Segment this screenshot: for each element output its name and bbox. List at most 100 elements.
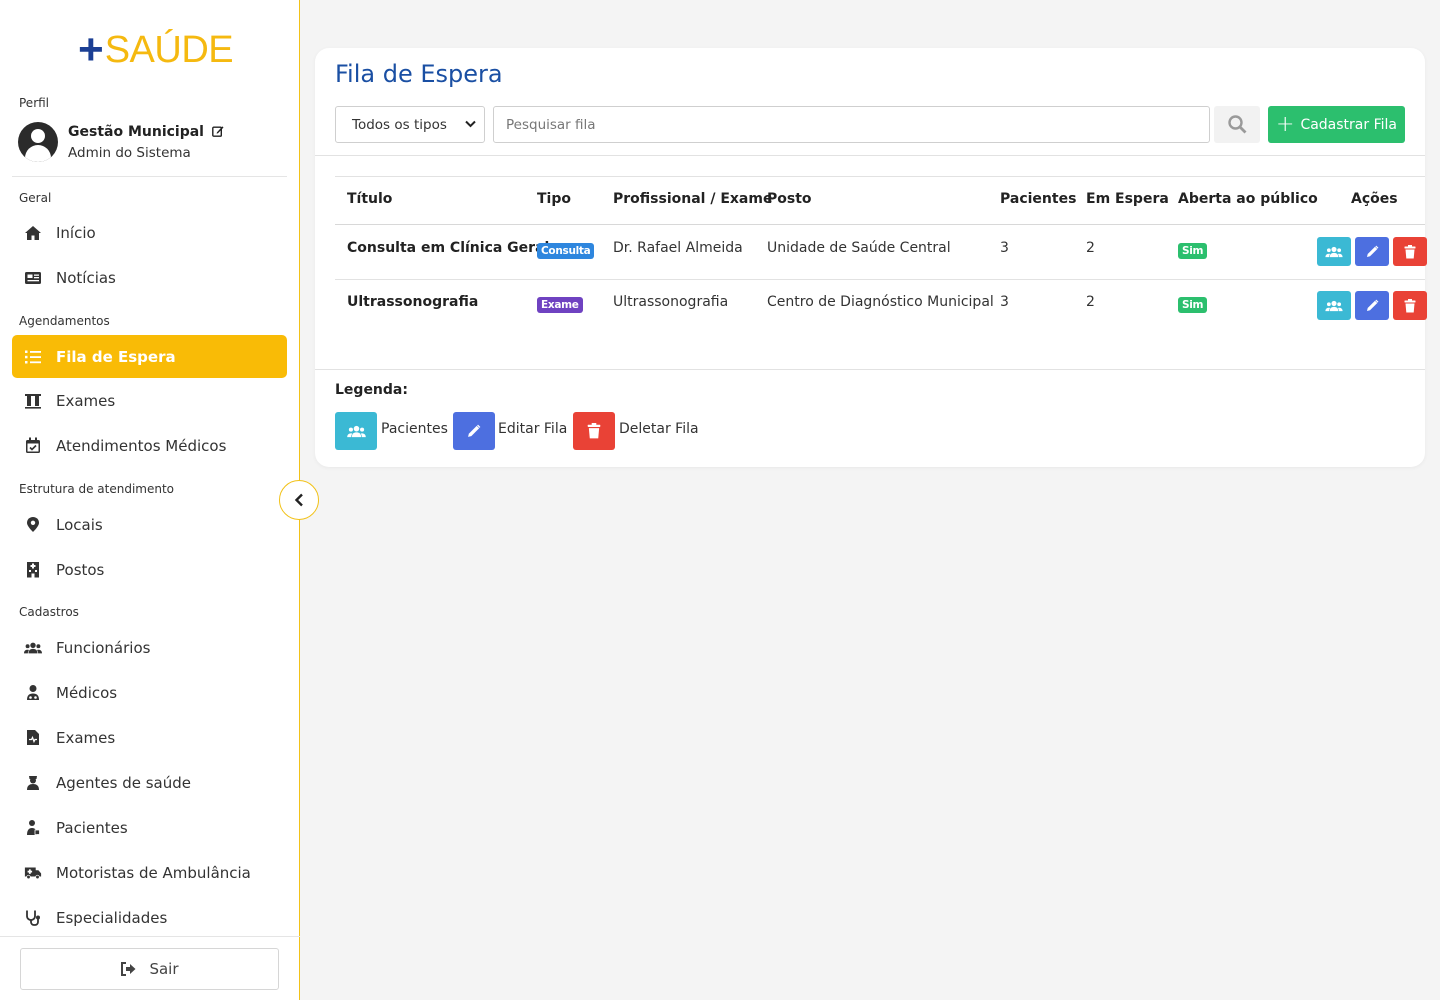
sidebar-item-label: Locais [56, 515, 103, 534]
sidebar-item-exames-cadastro[interactable]: Exames [12, 716, 287, 759]
col-header-aberta: Aberta ao público [1178, 191, 1318, 207]
edit-queue-button[interactable] [1355, 237, 1389, 266]
profile[interactable]: Gestão Municipal Admin do Sistema [18, 122, 288, 164]
sidebar-item-label: Exames [56, 728, 116, 747]
trash-icon [1404, 298, 1416, 312]
trash-icon [1404, 244, 1416, 258]
newspaper-icon [24, 269, 42, 287]
section-label-geral: Geral [19, 191, 52, 205]
hospital-icon [24, 561, 42, 579]
edit-profile-icon[interactable] [211, 125, 224, 137]
edit-queue-button[interactable] [1355, 291, 1389, 320]
sidebar-item-label: Início [56, 223, 96, 242]
col-header-profissional: Profissional / Exame [613, 191, 773, 207]
cell-titulo: Ultrassonografia [347, 294, 479, 310]
search-button[interactable] [1214, 106, 1260, 143]
patients-button[interactable] [1317, 291, 1351, 320]
section-label-cadastros: Cadastros [19, 605, 79, 619]
type-filter-select[interactable]: Todos os tipos [335, 106, 485, 143]
file-medical-icon [24, 729, 42, 747]
sidebar-item-postos[interactable]: Postos [12, 548, 287, 591]
sidebar: + SAÚDE Perfil Gestão Municipal Admin do… [0, 0, 300, 1000]
public-badge: Sim [1178, 243, 1208, 259]
sidebar-item-especialidades[interactable]: Especialidades [12, 896, 287, 939]
legend-label-editar: Editar Fila [498, 421, 568, 437]
col-header-em-espera: Em Espera [1086, 191, 1169, 207]
plus-icon: + [1276, 111, 1295, 137]
legend-edit-swatch [453, 412, 495, 450]
vials-icon [24, 392, 42, 410]
sidebar-item-agentes-de-saude[interactable]: Agentes de saúde [12, 761, 287, 804]
public-badge: Sim [1178, 297, 1208, 313]
col-header-acoes: Ações [1351, 191, 1398, 207]
sidebar-divider [12, 176, 287, 177]
calendar-check-icon [24, 437, 42, 455]
sidebar-item-label: Funcionários [56, 638, 151, 657]
col-header-titulo: Título [347, 191, 393, 207]
type-badge: Consulta [537, 243, 595, 259]
type-badge: Exame [537, 297, 583, 313]
nurse-icon [24, 774, 42, 792]
map-pin-icon [24, 516, 42, 534]
sidebar-item-funcionarios[interactable]: Funcionários [12, 626, 287, 669]
add-queue-label: Cadastrar Fila [1300, 116, 1397, 133]
cell-em-espera: 2 [1086, 294, 1095, 310]
pencil-icon [1366, 245, 1378, 257]
cell-pacientes: 3 [1000, 294, 1009, 310]
col-header-posto: Posto [767, 191, 812, 207]
sidebar-item-noticias[interactable]: Notícias [12, 256, 287, 299]
patients-button[interactable] [1317, 237, 1351, 266]
search-input[interactable] [493, 106, 1210, 143]
table-top-border [335, 176, 1425, 177]
users-icon [1325, 246, 1343, 257]
brand-logo[interactable]: + SAÚDE [78, 25, 234, 74]
sidebar-item-label: Pacientes [56, 818, 128, 837]
delete-queue-button[interactable] [1393, 237, 1427, 266]
sidebar-item-atendimentos-medicos[interactable]: Atendimentos Médicos [12, 424, 287, 467]
delete-queue-button[interactable] [1393, 291, 1427, 320]
legend-delete-swatch [573, 412, 615, 450]
legend-label-deletar: Deletar Fila [619, 421, 699, 437]
sidebar-item-motoristas-de-ambulancia[interactable]: Motoristas de Ambulância [12, 851, 287, 894]
sidebar-item-exames[interactable]: Exames [12, 379, 287, 422]
pencil-icon [468, 424, 481, 437]
toolbar-divider [315, 155, 1425, 156]
col-header-pacientes: Pacientes [1000, 191, 1077, 207]
sidebar-item-pacientes[interactable]: Pacientes [12, 806, 287, 849]
search-icon [1227, 115, 1246, 134]
cell-profissional: Dr. Rafael Almeida [613, 240, 743, 256]
users-icon [1325, 300, 1343, 311]
sidebar-footer: Sair [0, 936, 300, 1000]
section-label-estrutura: Estrutura de atendimento [19, 482, 175, 496]
sidebar-item-label: Motoristas de Ambulância [56, 863, 251, 882]
home-icon [24, 224, 42, 242]
sidebar-item-inicio[interactable]: Início [12, 211, 287, 254]
brand-plus: + [78, 25, 104, 74]
table-row-divider [335, 279, 1425, 280]
logout-label: Sair [149, 960, 179, 978]
sidebar-item-fila-de-espera[interactable]: Fila de Espera [12, 335, 287, 378]
col-header-tipo: Tipo [537, 191, 571, 207]
cell-em-espera: 2 [1086, 240, 1095, 256]
sidebar-item-label: Postos [56, 560, 105, 579]
sidebar-item-medicos[interactable]: Médicos [12, 671, 287, 714]
users-icon [24, 639, 42, 657]
add-queue-button[interactable]: + Cadastrar Fila [1268, 106, 1405, 143]
profile-section-label: Perfil [19, 96, 50, 110]
pencil-icon [1366, 299, 1378, 311]
legend-patients-swatch [335, 412, 377, 450]
collapse-sidebar-button[interactable] [279, 480, 319, 520]
cell-posto: Centro de Diagnóstico Municipal [767, 294, 994, 310]
table-header-border [335, 224, 1425, 225]
sidebar-item-label: Notícias [56, 268, 116, 287]
sidebar-item-label: Agentes de saúde [56, 773, 191, 792]
sidebar-item-label: Médicos [56, 683, 118, 702]
profile-role: Admin do Sistema [68, 145, 191, 161]
sidebar-item-locais[interactable]: Locais [12, 503, 287, 546]
cell-posto: Unidade de Saúde Central [767, 240, 951, 256]
fila-de-espera-card: Fila de Espera Todos os tipos + Cadastra… [315, 48, 1427, 467]
page-title: Fila de Espera [335, 60, 503, 88]
trash-icon [587, 423, 601, 439]
logout-button[interactable]: Sair [20, 948, 279, 990]
type-filter-value: Todos os tipos [352, 116, 447, 133]
